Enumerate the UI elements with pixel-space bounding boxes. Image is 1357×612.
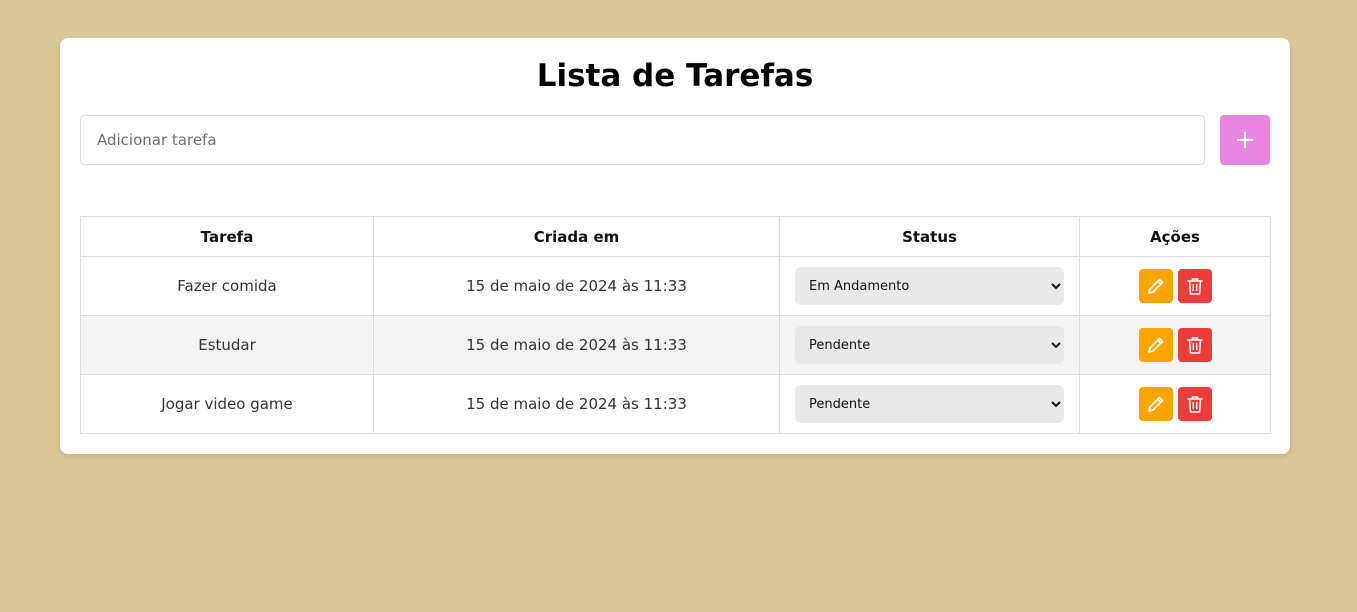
edit-button[interactable] — [1138, 387, 1173, 421]
header-task: Tarefa — [80, 216, 374, 257]
pencil-icon — [1147, 278, 1163, 294]
task-name: Fazer comida — [80, 256, 374, 316]
header-actions: Ações — [1079, 216, 1271, 257]
trash-icon — [1186, 396, 1203, 413]
header-status: Status — [779, 216, 1080, 257]
table-row: Fazer comida 15 de maio de 2024 às 11:33… — [80, 256, 1271, 316]
add-task-button[interactable]: + — [1220, 115, 1270, 165]
add-task-input[interactable] — [80, 115, 1205, 165]
task-created-at: 15 de maio de 2024 às 11:33 — [373, 315, 780, 375]
task-name: Jogar video game — [80, 374, 374, 434]
task-created-at: 15 de maio de 2024 às 11:33 — [373, 256, 780, 316]
status-select[interactable]: Pendente — [795, 385, 1064, 423]
task-list-card: Lista de Tarefas + Tarefa Criada em Stat… — [60, 38, 1290, 454]
status-select[interactable]: Em Andamento — [795, 267, 1064, 305]
edit-button[interactable] — [1138, 328, 1173, 362]
actions-cell — [1079, 256, 1271, 316]
delete-button[interactable] — [1177, 269, 1212, 303]
task-created-at: 15 de maio de 2024 às 11:33 — [373, 374, 780, 434]
table-row: Estudar 15 de maio de 2024 às 11:33 Pend… — [80, 315, 1271, 375]
actions-cell — [1079, 315, 1271, 375]
delete-button[interactable] — [1177, 387, 1212, 421]
edit-button[interactable] — [1138, 269, 1173, 303]
row-actions — [1080, 328, 1270, 362]
table-header-row: Tarefa Criada em Status Ações — [80, 216, 1271, 257]
task-name: Estudar — [80, 315, 374, 375]
row-actions — [1080, 269, 1270, 303]
pencil-icon — [1147, 396, 1163, 412]
status-cell: Pendente — [779, 315, 1080, 375]
actions-cell — [1079, 374, 1271, 434]
tasks-table: Tarefa Criada em Status Ações Fazer comi… — [80, 216, 1271, 434]
page-title: Lista de Tarefas — [536, 58, 814, 94]
add-task-row: + — [80, 115, 1270, 165]
table-row: Jogar video game 15 de maio de 2024 às 1… — [80, 374, 1271, 434]
delete-button[interactable] — [1177, 328, 1212, 362]
row-actions — [1080, 387, 1270, 421]
status-select[interactable]: Pendente — [795, 326, 1064, 364]
pencil-icon — [1147, 337, 1163, 353]
trash-icon — [1186, 337, 1203, 354]
header-created: Criada em — [373, 216, 780, 257]
status-cell: Em Andamento — [779, 256, 1080, 316]
trash-icon — [1186, 278, 1203, 295]
status-cell: Pendente — [779, 374, 1080, 434]
